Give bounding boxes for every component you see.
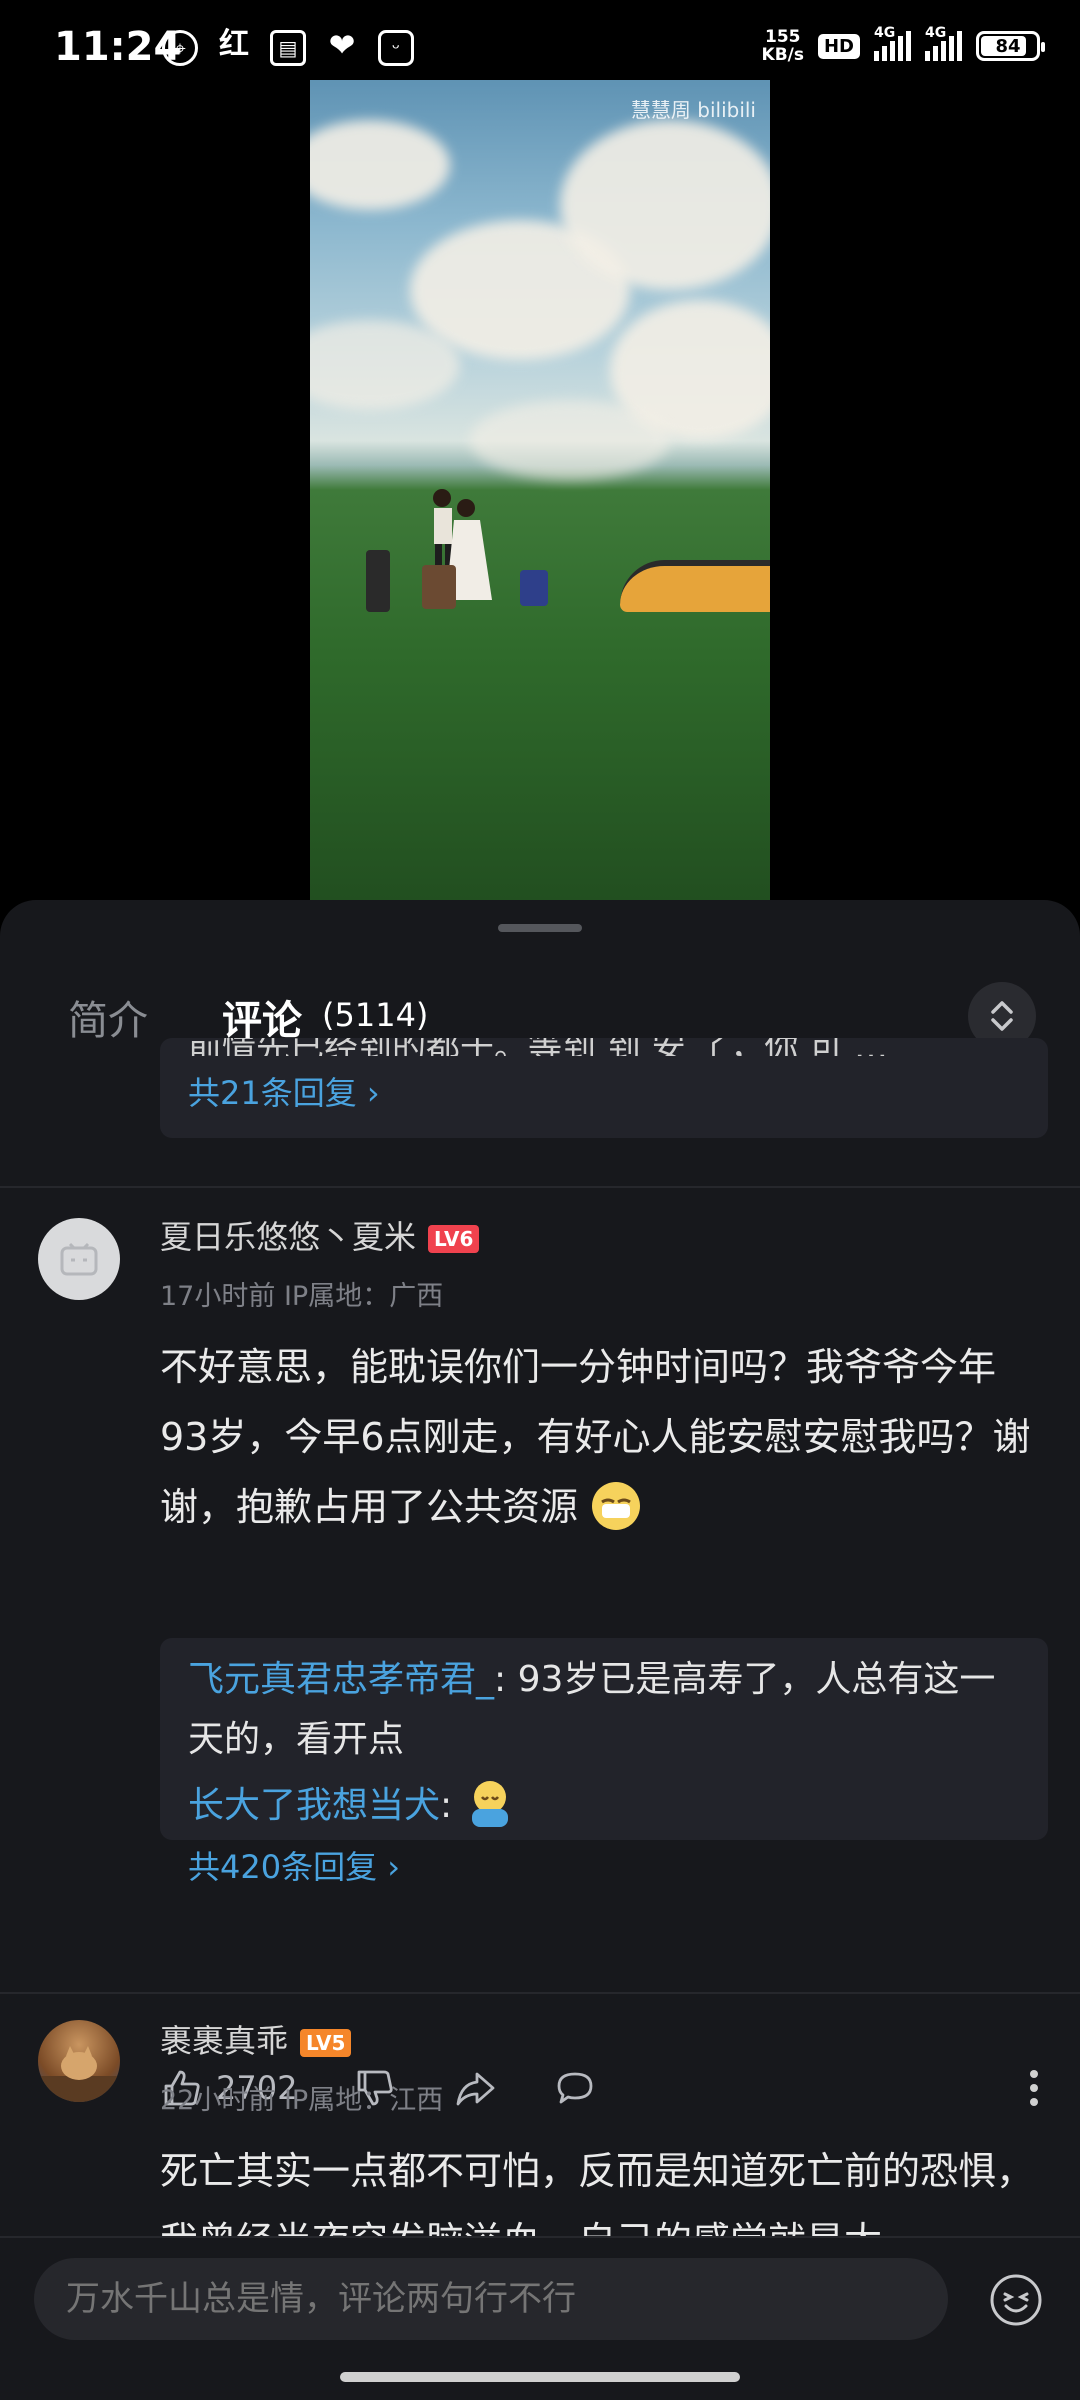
comment-ip: IP属地：广西 (283, 1281, 444, 1312)
signal-1-icon: 4G (874, 25, 911, 61)
bilibili-tv-icon: ᵕ (378, 30, 414, 66)
comment-body: 不好意思，能耽误你们一分钟时间吗？我爷爷今年93岁，今早6点刚走，有好心人能安慰… (160, 1332, 1040, 1542)
expand-chevrons-icon (991, 1001, 1013, 1031)
battery-icon: 84 (976, 31, 1045, 61)
divider (0, 1186, 1080, 1188)
comment-meta: 17小时前 IP属地：广西 (160, 1274, 443, 1313)
divider (0, 1992, 1080, 1994)
reply-button[interactable] (553, 2066, 597, 2110)
kebab-menu-icon (1030, 2070, 1038, 2106)
sub-reply[interactable]: 长大了我想当犬: (188, 1776, 1020, 1836)
sub-reply-user[interactable]: 飞元真君忠孝帝君_ (188, 1659, 494, 1700)
comment-username[interactable]: 夏日乐悠悠丶夏米 LV6 (160, 1212, 480, 1258)
avatar[interactable] (38, 1218, 120, 1300)
comment-body: 死亡其实一点都不可怕，反而是知道死亡前的恐惧，我曾经半夜突发脑溢血，自己的感觉就… (160, 2136, 1040, 2236)
notification-icons: ⌖ 红 ▤ ❤ ᵕ (162, 26, 414, 66)
system-indicators: 155 KB/s HD 4G 4G 84 (762, 25, 1045, 64)
previous-reply-box: 前情先已经到的都于。等到 到 安 了，你 可 … 共21条回复 › (160, 1038, 1048, 1138)
signal-1-label: 4G (874, 25, 896, 41)
level-badge: LV5 (300, 2029, 352, 2057)
username-text[interactable]: 裹裹真乖 (160, 2022, 288, 2060)
comment-username[interactable]: 裹裹真乖 LV5 (160, 2016, 352, 2062)
video-player[interactable]: 慧慧周 bilibili (310, 80, 770, 900)
sub-replies-box: 飞元真君忠孝帝君_: 93岁已是高寿了，人总有这一天的，看开点 长大了我想当犬:… (160, 1638, 1048, 1886)
comment-count: (5114) (322, 996, 429, 1034)
sheet-drag-handle[interactable] (498, 924, 582, 932)
heart-icon: ❤ (328, 26, 356, 64)
video-watermark: 慧慧周 bilibili (630, 98, 756, 122)
comment-time: 22小时前 (160, 2085, 276, 2116)
sub-reply-sep: : (440, 1785, 453, 1826)
more-replies-link[interactable]: 共420条回复 › (188, 1842, 1020, 1888)
signal-2-icon: 4G (925, 25, 962, 61)
home-indicator[interactable] (340, 2372, 740, 2382)
comment-text: 死亡其实一点都不可怕，反而是知道死亡前的恐惧，我曾经半夜突发脑溢血，自己的感觉就… (160, 2149, 1035, 2236)
tent (620, 560, 770, 612)
level-badge: LV6 (428, 1225, 480, 1253)
net-speed-value: 155 (765, 27, 801, 47)
more-options-button[interactable] (1028, 2068, 1040, 2112)
comment-time: 17小时前 (160, 1281, 276, 1312)
speech-bubble-icon (558, 2072, 593, 2104)
comment-input[interactable] (34, 2258, 948, 2340)
share-button[interactable] (453, 2066, 497, 2110)
crying-emoji-icon (592, 1482, 641, 1530)
battery-level: 84 (995, 35, 1021, 57)
username-text[interactable]: 夏日乐悠悠丶夏米 (160, 1218, 416, 1256)
comment-input-bar (0, 2236, 1080, 2354)
emoji-face-icon (990, 2274, 1042, 2326)
avatar[interactable] (38, 2020, 120, 2102)
status-bar: 11:24 ⌖ 红 ▤ ❤ ᵕ 155 KB/s HD 4G 4G 84 (0, 0, 1080, 80)
sub-reply-user[interactable]: 长大了我想当犬 (188, 1785, 440, 1826)
sub-reply[interactable]: 飞元真君忠孝帝君_: 93岁已是高寿了，人总有这一天的，看开点 (188, 1650, 1020, 1770)
comment-sheet: 简介 评论 (5114) 前情先已经到的都于。等到 到 安 了，你 可 … 共2… (0, 900, 1080, 2400)
emoji-button[interactable] (988, 2272, 1044, 2328)
tab-intro[interactable]: 简介 (68, 988, 148, 1046)
network-speed: 155 KB/s (762, 28, 804, 64)
comment-meta: 22小时前 IP属地：江西 (160, 2078, 443, 2117)
share-icon (457, 2072, 495, 2106)
net-speed-unit: KB/s (761, 45, 804, 65)
hug-emoji-icon (471, 1781, 508, 1827)
comment-ip: IP属地：江西 (283, 2085, 444, 2116)
location-icon: ⌖ (162, 30, 198, 66)
signal-2-label: 4G (925, 25, 947, 41)
cat-avatar-icon (38, 2046, 120, 2102)
sub-reply-sep: : (494, 1659, 507, 1700)
wallet-icon: ▤ (270, 30, 306, 66)
hd-badge: HD (817, 33, 860, 59)
default-tv-avatar-icon (60, 1242, 98, 1276)
more-replies-link[interactable]: 共21条回复 › (188, 1068, 1020, 1114)
truncated-reply-text: 前情先已经到的都于。等到 到 安 了，你 可 … (188, 1038, 1020, 1056)
tab-bar: 简介 评论 (5114) (0, 940, 1080, 1066)
app-hong-icon: 红 (219, 27, 249, 62)
